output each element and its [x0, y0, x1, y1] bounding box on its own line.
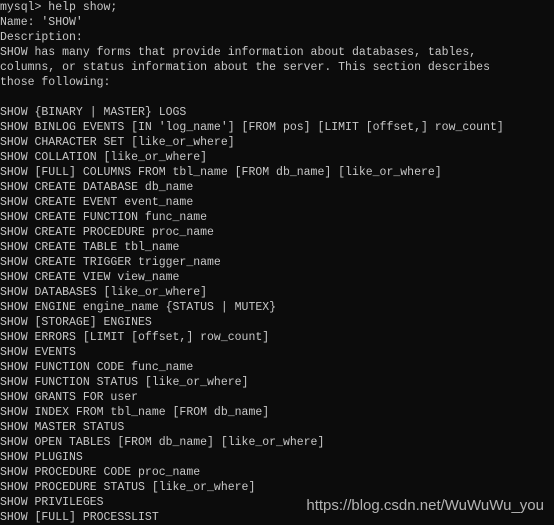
output-line: SHOW {BINARY | MASTER} LOGS: [0, 106, 187, 119]
output-line: SHOW INDEX FROM tbl_name [FROM db_name]: [0, 406, 270, 419]
output-line: SHOW CREATE DATABASE db_name: [0, 181, 194, 194]
output-line: Name: 'SHOW': [0, 16, 83, 29]
output-line: SHOW ERRORS [LIMIT [offset,] row_count]: [0, 331, 270, 344]
output-line: SHOW PLUGINS: [0, 451, 83, 464]
watermark: https://blog.csdn.net/WuWuWu_you: [306, 497, 544, 514]
output-line: SHOW PROCEDURE STATUS [like_or_where]: [0, 481, 256, 494]
output-line: SHOW ENGINE engine_name {STATUS | MUTEX}: [0, 301, 277, 314]
output-line: SHOW PROCEDURE CODE proc_name: [0, 466, 201, 479]
terminal-output: mysql> help show; Name: 'SHOW' Description…: [0, 0, 554, 525]
output-line: SHOW FUNCTION CODE func_name: [0, 361, 194, 374]
output-line: SHOW has many forms that provide informa…: [0, 46, 477, 59]
output-line: SHOW FUNCTION STATUS [like_or_where]: [0, 376, 249, 389]
output-line: SHOW DATABASES [like_or_where]: [0, 286, 208, 299]
output-line: SHOW CREATE TRIGGER trigger_name: [0, 256, 221, 269]
output-line: SHOW CREATE VIEW view_name: [0, 271, 180, 284]
output-line: columns, or status information about the…: [0, 61, 490, 74]
output-line: SHOW OPEN TABLES [FROM db_name] [like_or…: [0, 436, 325, 449]
output-line: Description:: [0, 31, 83, 44]
output-line: SHOW COLLATION [like_or_where]: [0, 151, 208, 164]
output-line: SHOW CHARACTER SET [like_or_where]: [0, 136, 235, 149]
output-line: SHOW CREATE EVENT event_name: [0, 196, 194, 209]
command-prompt-line: mysql> help show;: [0, 1, 118, 14]
output-line: SHOW CREATE FUNCTION func_name: [0, 211, 208, 224]
output-line: SHOW BINLOG EVENTS [IN 'log_name'] [FROM…: [0, 121, 504, 134]
output-line: SHOW GRANTS FOR user: [0, 391, 139, 404]
output-line: SHOW EVENTS: [0, 346, 76, 359]
output-line: SHOW [STORAGE] ENGINES: [0, 316, 152, 329]
output-line: those following:: [0, 76, 111, 89]
output-line: SHOW CREATE PROCEDURE proc_name: [0, 226, 214, 239]
output-line: SHOW [FULL] COLUMNS FROM tbl_name [FROM …: [0, 166, 442, 179]
output-line: SHOW MASTER STATUS: [0, 421, 125, 434]
output-line: SHOW CREATE TABLE tbl_name: [0, 241, 180, 254]
terminal-window[interactable]: mysql> help show; Name: 'SHOW' Description…: [0, 0, 554, 525]
